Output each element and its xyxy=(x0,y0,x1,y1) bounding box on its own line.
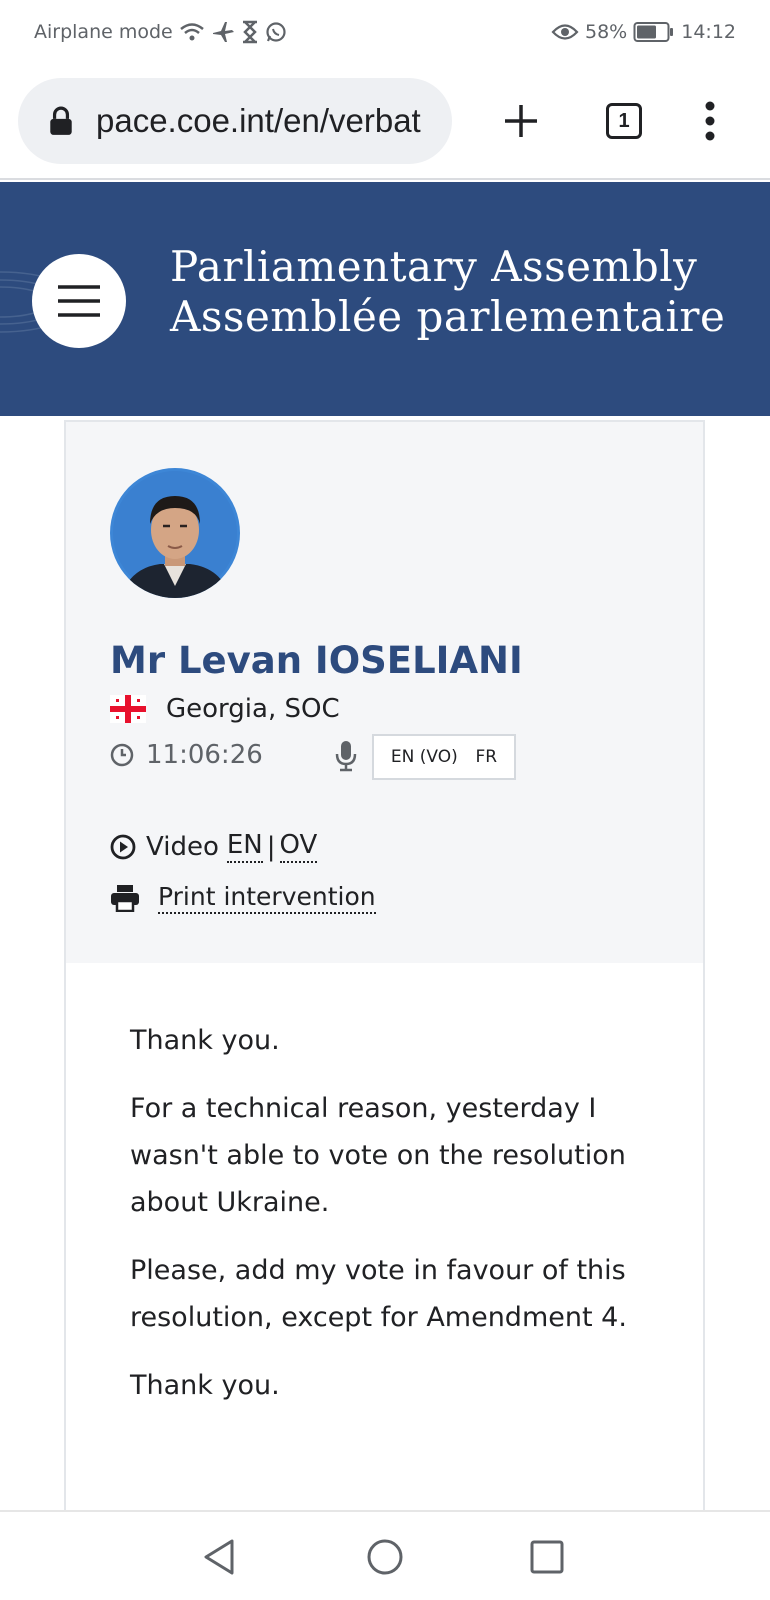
language-option-en[interactable]: EN (VO) xyxy=(391,747,458,767)
status-left: Airplane mode xyxy=(34,20,287,44)
printer-icon[interactable] xyxy=(110,884,140,912)
battery-percent: 58% xyxy=(585,21,628,43)
url-text[interactable]: pace.coe.int/en/verbat xyxy=(96,102,421,140)
back-icon xyxy=(204,1539,234,1575)
transcript-paragraph: For a technical reason, yesterday I wasn… xyxy=(130,1093,626,1218)
transcript-paragraph: Please, add my vote in favour of this re… xyxy=(130,1255,627,1333)
status-right: 58% 14:12 xyxy=(551,21,736,43)
airplane-mode-label: Airplane mode xyxy=(34,21,173,43)
browser-toolbar: pace.coe.int/en/verbat 1 xyxy=(0,64,770,180)
main-menu-button[interactable] xyxy=(32,254,126,348)
tabs-icon: 1 xyxy=(606,103,642,139)
status-bar: Airplane mode 58% 14:12 xyxy=(0,0,770,64)
back-button[interactable] xyxy=(196,1534,242,1580)
battery-icon xyxy=(633,22,674,42)
status-time: 14:12 xyxy=(681,21,736,43)
language-selector: EN (VO) FR xyxy=(372,734,516,780)
site-title-en: Parliamentary Assembly xyxy=(170,242,698,291)
print-row: Print intervention xyxy=(110,882,376,914)
print-intervention-link[interactable]: Print intervention xyxy=(158,882,376,914)
video-ov-link[interactable]: OV xyxy=(279,830,318,863)
wifi-icon xyxy=(179,23,204,41)
language-option-fr[interactable]: FR xyxy=(476,747,498,767)
play-circle-icon xyxy=(110,834,136,859)
site-title-fr: Assemblée parlementaire xyxy=(170,292,726,341)
tab-switcher-button[interactable]: 1 xyxy=(597,94,651,148)
video-en-link[interactable]: EN xyxy=(226,830,263,863)
home-icon xyxy=(367,1539,403,1575)
browser-menu-button[interactable] xyxy=(683,94,737,148)
speaker-country-row: Georgia, SOC xyxy=(110,694,340,724)
intervention-card: Mr Levan IOSELIANI Georgia, SOC 11:06:26 xyxy=(64,420,705,1510)
eye-icon xyxy=(551,24,579,40)
system-nav-bar xyxy=(0,1510,770,1600)
speech-time: 11:06:26 xyxy=(146,740,263,770)
speaker-avatar[interactable] xyxy=(110,468,240,598)
home-button[interactable] xyxy=(362,1534,408,1580)
video-label: Video xyxy=(146,831,219,862)
transcript-paragraph: Thank you. xyxy=(130,1370,280,1401)
recents-button[interactable] xyxy=(524,1534,570,1580)
video-separator: | xyxy=(266,831,276,862)
site-header: Parliamentary Assembly Assemblée parleme… xyxy=(0,182,770,416)
hourglass-icon xyxy=(242,20,257,44)
plus-icon xyxy=(505,105,537,137)
speaker-info-panel: Mr Levan IOSELIANI Georgia, SOC 11:06:26 xyxy=(66,422,703,963)
microphone-icon xyxy=(335,741,357,772)
georgia-flag-icon xyxy=(110,695,146,723)
speaker-name[interactable]: Mr Levan IOSELIANI xyxy=(110,639,523,682)
transcript-paragraph: Thank you. xyxy=(130,1025,280,1056)
lock-icon[interactable] xyxy=(46,106,76,136)
speaker-country: Georgia, SOC xyxy=(166,694,340,724)
airplane-icon xyxy=(212,22,234,42)
speaker-time-row: 11:06:26 xyxy=(110,740,263,770)
transcript-body: Thank you. For a technical reason, yeste… xyxy=(130,1017,650,1430)
site-title[interactable]: Parliamentary Assembly Assemblée parleme… xyxy=(170,242,725,342)
video-row: Video EN | OV xyxy=(110,830,318,863)
address-bar[interactable]: pace.coe.int/en/verbat xyxy=(18,78,452,164)
new-tab-button[interactable] xyxy=(494,94,548,148)
recents-icon xyxy=(530,1540,564,1574)
more-vert-icon xyxy=(705,101,715,141)
hamburger-icon xyxy=(58,285,100,317)
whatsapp-icon xyxy=(266,22,286,42)
clock-icon xyxy=(110,743,134,767)
